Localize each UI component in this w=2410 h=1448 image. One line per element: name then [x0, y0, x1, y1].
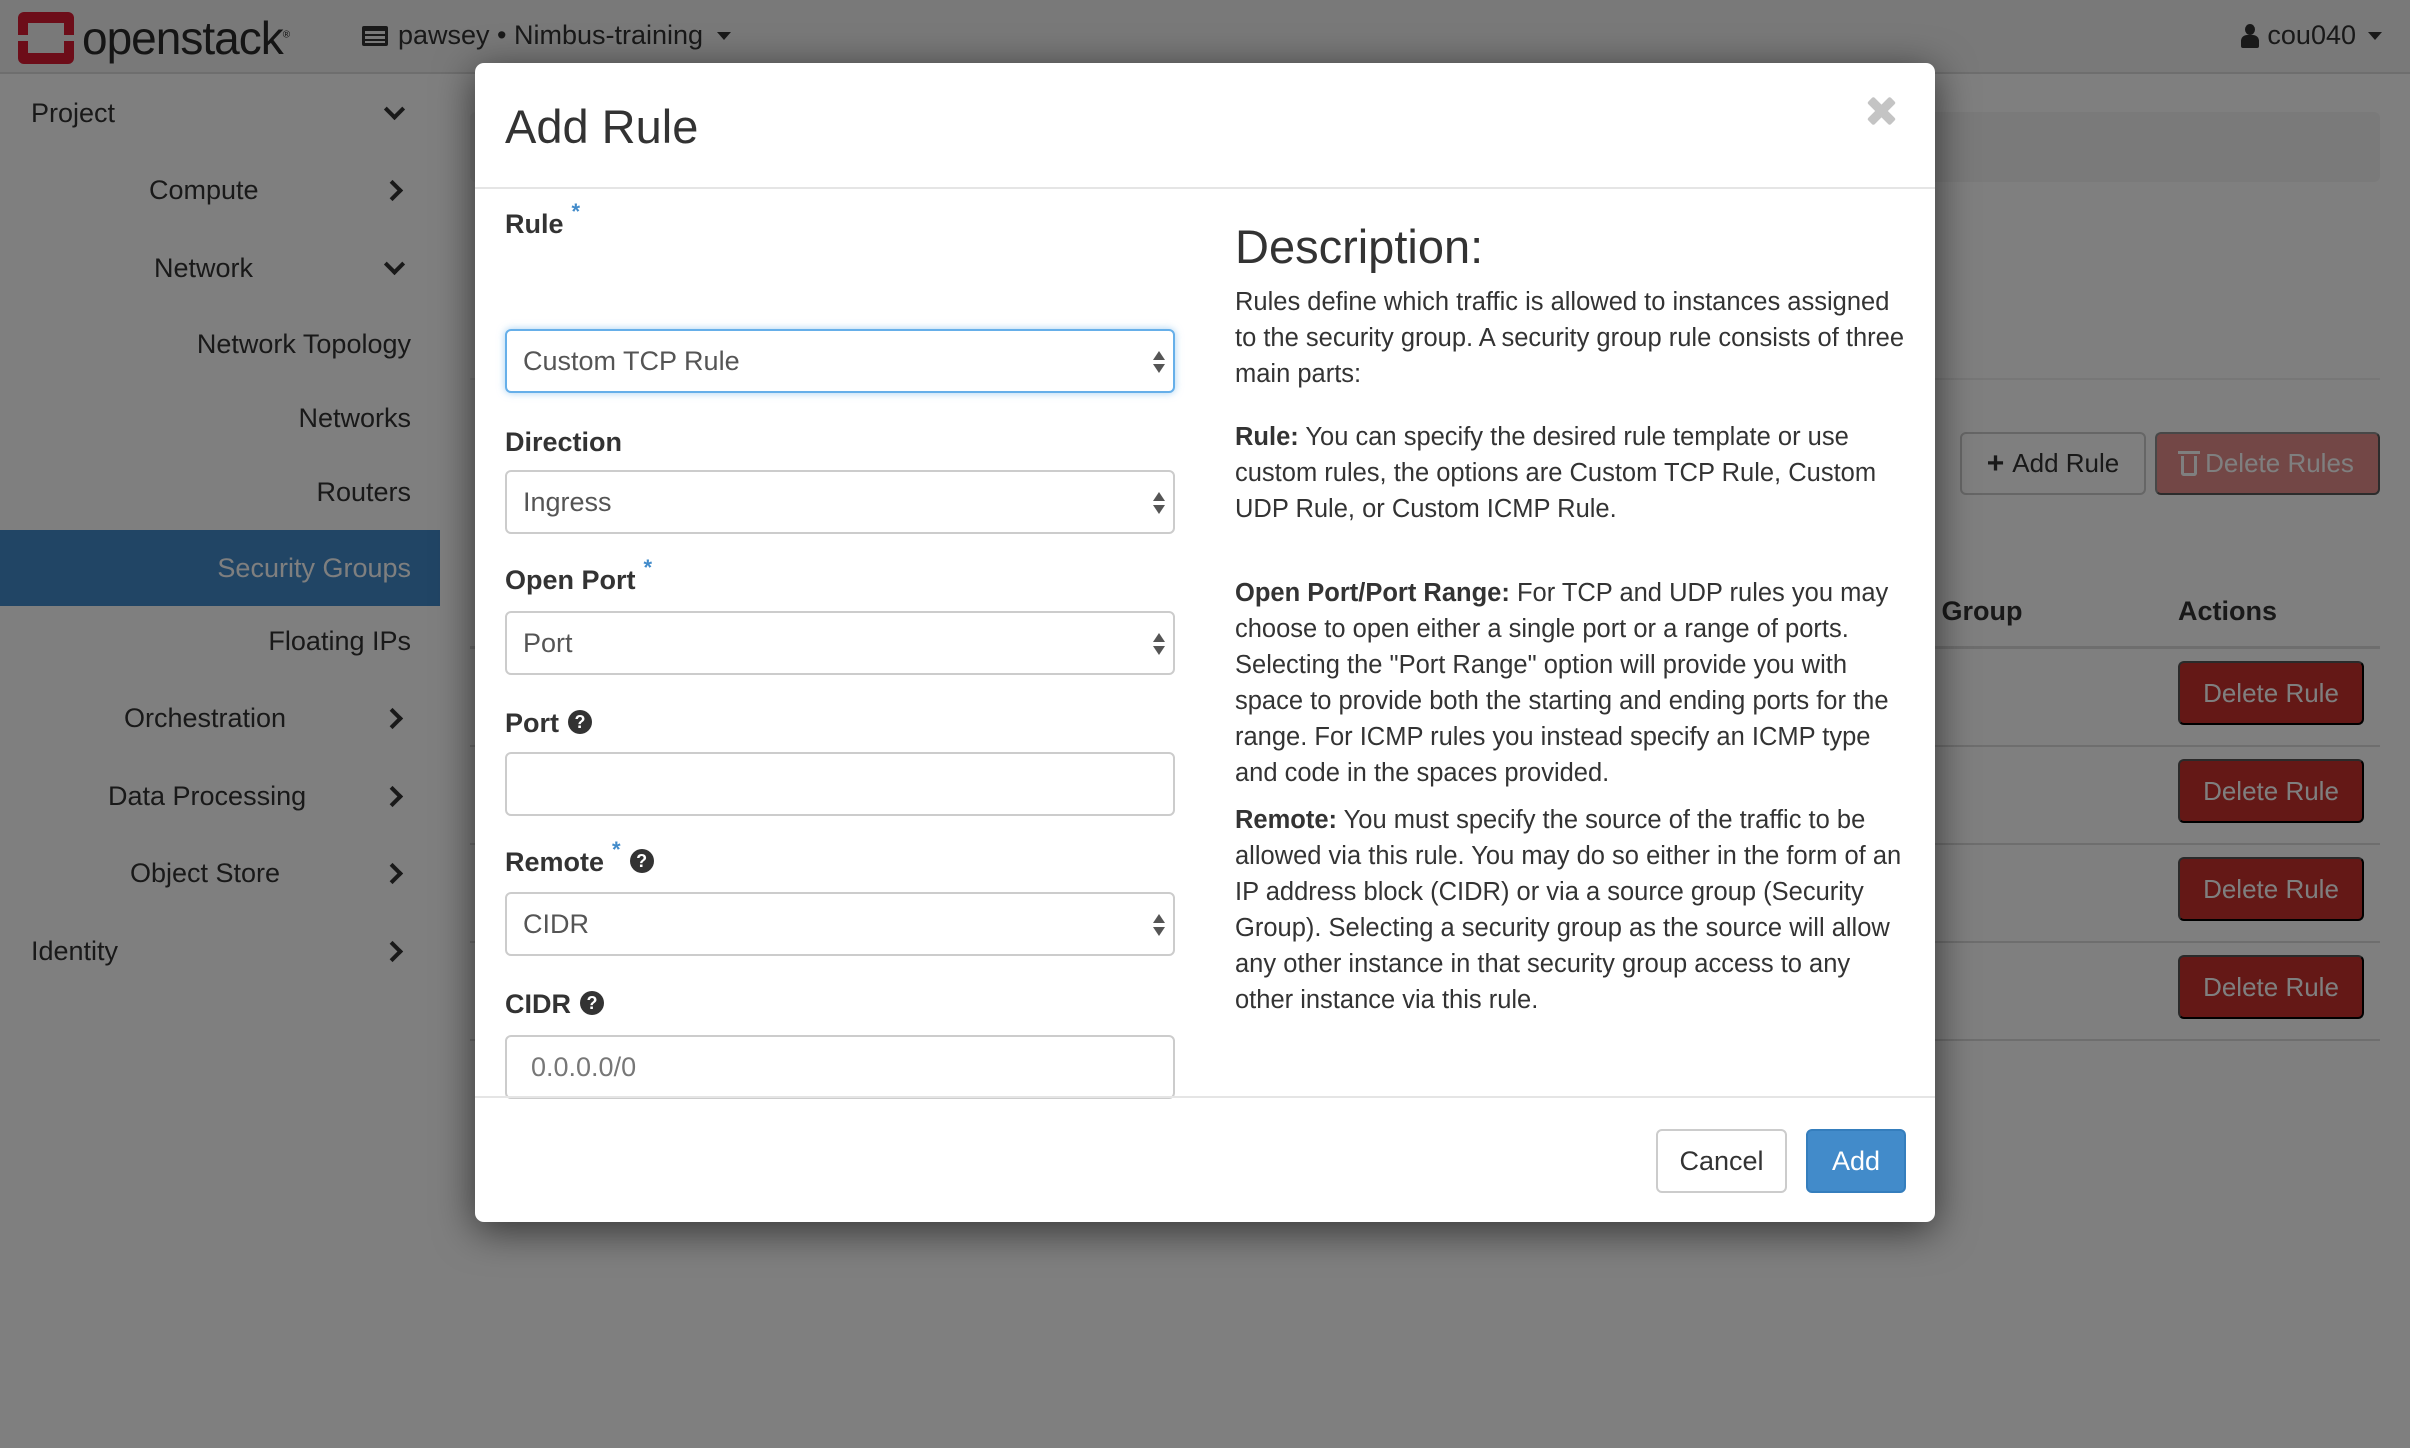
description-title: Description: [1235, 220, 1484, 273]
rule-select[interactable]: Custom TCP Rule [505, 329, 1175, 393]
modal-title: Add Rule [505, 100, 699, 153]
select-arrows-icon [1153, 914, 1165, 938]
help-icon[interactable]: ? [568, 710, 592, 734]
required-asterisk: * [612, 837, 621, 862]
direction-select[interactable]: Ingress [505, 470, 1175, 534]
cidr-input-wrapper [505, 1035, 1175, 1099]
open-port-label: Open Port * [505, 555, 653, 595]
description-remote: Remote: You must specify the source of t… [1235, 806, 1902, 1014]
add-button[interactable]: Add [1806, 1129, 1906, 1193]
direction-select-value: Ingress [523, 486, 612, 517]
help-icon[interactable]: ? [629, 849, 654, 873]
rule-label: Rule * [505, 199, 581, 239]
select-arrows-icon [1153, 633, 1165, 657]
select-arrows-icon [1153, 351, 1165, 375]
select-arrows-icon [1153, 492, 1165, 516]
modal-footer: Cancel Add [475, 1096, 1935, 1222]
open-port-select-value: Port [523, 627, 573, 658]
remote-select-value: CIDR [523, 908, 589, 939]
port-label: Port? [505, 708, 592, 739]
modal-header: Add Rule [475, 63, 1935, 189]
required-asterisk: * [643, 555, 653, 580]
cidr-input[interactable] [523, 1051, 1173, 1083]
add-rule-modal: Add Rule Rule * Custom TCP Rule Direction… [475, 63, 1935, 1222]
close-icon[interactable] [1863, 93, 1899, 129]
cancel-button[interactable]: Cancel [1656, 1129, 1787, 1193]
description-rule: Rule: You can specify the desired rule t… [1235, 423, 1877, 523]
required-asterisk: * [571, 199, 581, 224]
remote-select[interactable]: CIDR [505, 892, 1175, 956]
port-input-wrapper [505, 752, 1175, 816]
description-open-port: Open Port/Port Range: For TCP and UDP ru… [1235, 579, 1889, 787]
description-intro: Rules define which traffic is allowed to… [1235, 288, 1905, 388]
open-port-select[interactable]: Port [505, 611, 1175, 675]
direction-label: Direction [505, 427, 623, 457]
port-input[interactable] [523, 768, 1173, 800]
help-icon[interactable]: ? [580, 991, 604, 1015]
remote-label: Remote *? [505, 837, 654, 878]
cidr-label: CIDR? [505, 989, 604, 1020]
rule-select-value: Custom TCP Rule [523, 345, 740, 376]
